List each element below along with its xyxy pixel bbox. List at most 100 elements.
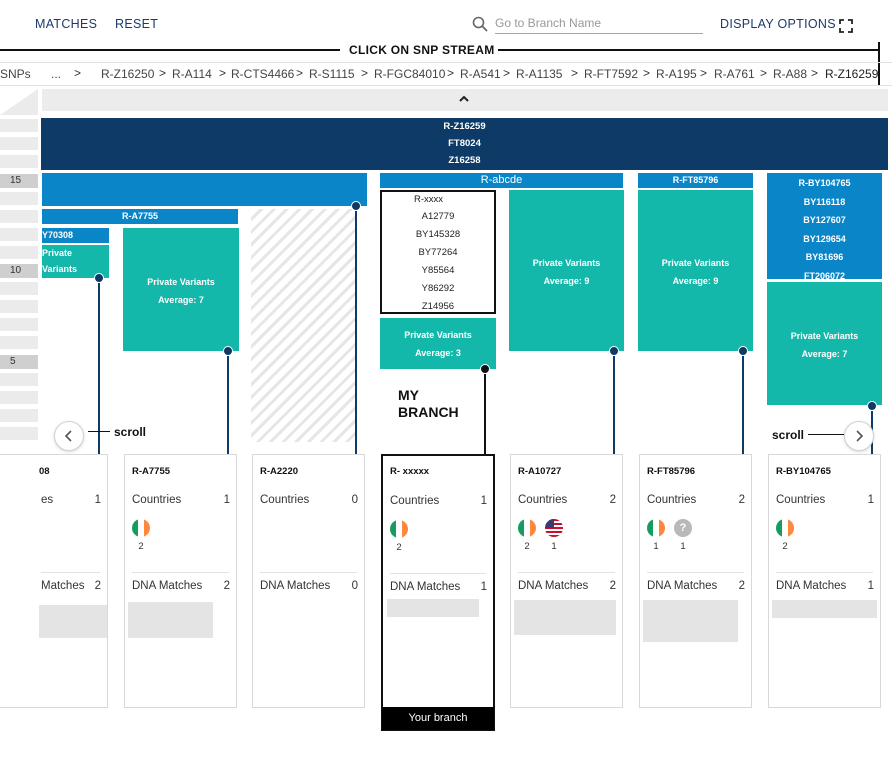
snp-list-item: A12779 bbox=[421, 211, 455, 222]
flag-count: 1 bbox=[680, 541, 686, 552]
reset-button[interactable]: RESET bbox=[115, 17, 158, 31]
chevron-left-icon bbox=[64, 430, 72, 442]
dna-matches-label: Matches bbox=[41, 580, 85, 592]
dna-matches-count: 1 bbox=[867, 580, 874, 592]
pv-average: Average: 3 bbox=[415, 348, 461, 358]
ruler-row bbox=[0, 282, 38, 295]
breadcrumb-prefix: SNPs bbox=[0, 67, 31, 81]
breadcrumb-item[interactable]: R-A88 bbox=[773, 67, 807, 81]
card-title: R-BY104765 bbox=[776, 466, 831, 477]
root-branch-snp: Z16258 bbox=[448, 155, 481, 166]
branch-node[interactable] bbox=[609, 346, 619, 356]
snp-list-item: BY129654 bbox=[803, 233, 846, 244]
pv-title: Private Variants bbox=[147, 277, 215, 287]
scroll-left-button[interactable] bbox=[54, 421, 84, 451]
breadcrumb-item[interactable]: R-Z16250 bbox=[101, 67, 154, 81]
branch-card[interactable]: 08 es 1 Matches 2 bbox=[0, 454, 108, 708]
branch-node[interactable] bbox=[223, 346, 233, 356]
card-divider bbox=[260, 572, 357, 573]
branch-node[interactable] bbox=[351, 201, 361, 211]
my-branch-node[interactable] bbox=[480, 364, 490, 374]
pv-title: Private Variants bbox=[404, 330, 472, 340]
ireland-flag-icon[interactable] bbox=[132, 519, 150, 537]
breadcrumb-separator: > bbox=[760, 66, 768, 80]
ireland-flag-icon[interactable] bbox=[390, 520, 408, 538]
branch-card[interactable]: R-FT85796 Countries 2 1 ? 1 DNA Matches … bbox=[639, 454, 752, 708]
breadcrumb-item[interactable]: R-FGC84010 bbox=[374, 67, 445, 81]
card-divider bbox=[132, 572, 229, 573]
branch-search-input[interactable] bbox=[495, 12, 703, 34]
breadcrumb-item[interactable]: R-A541 bbox=[460, 67, 501, 81]
fullscreen-icon[interactable] bbox=[839, 19, 853, 33]
scroll-right-button[interactable] bbox=[844, 421, 874, 451]
branch-card[interactable]: R-BY104765 Countries 1 2 DNA Matches 1 bbox=[768, 454, 881, 708]
card-divider bbox=[647, 572, 744, 573]
ireland-flag-icon[interactable] bbox=[647, 519, 665, 537]
my-branch-snp-list[interactable]: R-xxxx A12779 BY145328 BY77264 Y85564 Y8… bbox=[380, 190, 496, 314]
branch-bar-y70308[interactable]: Y70308 bbox=[42, 228, 109, 243]
private-variants-r-a10727[interactable]: Private Variants Average: 9 bbox=[509, 190, 624, 351]
your-branch-card[interactable]: R- xxxxx Countries 1 2 DNA Matches 1 You… bbox=[381, 454, 495, 731]
snp-list-item: BY127607 bbox=[803, 215, 846, 225]
ruler-row bbox=[0, 318, 38, 331]
ruler-row bbox=[0, 409, 38, 422]
branch-card[interactable]: R-A7755 Countries 1 2 DNA Matches 2 bbox=[124, 454, 237, 708]
branch-node[interactable] bbox=[94, 273, 104, 283]
countries-label: es bbox=[41, 494, 54, 506]
ireland-flag-icon[interactable] bbox=[518, 519, 536, 537]
card-title: R-A10727 bbox=[518, 466, 562, 477]
root-branch[interactable]: R-Z16259 FT8024 Z16258 bbox=[41, 118, 888, 170]
private-variants-r-by104765[interactable]: Private Variants Average: 7 bbox=[767, 282, 882, 405]
countries-label: Countries bbox=[390, 495, 440, 507]
search-icon[interactable] bbox=[472, 16, 488, 32]
card-title: R-A2220 bbox=[260, 466, 299, 477]
breadcrumb-current[interactable]: R-Z16259 bbox=[825, 67, 878, 81]
branch-card[interactable]: R-A2220 Countries 0 DNA Matches 0 bbox=[252, 454, 365, 708]
unknown-country-icon[interactable]: ? bbox=[674, 519, 692, 537]
branch-bar-left-group[interactable] bbox=[42, 173, 367, 206]
chevron-up-icon[interactable] bbox=[458, 93, 470, 105]
breadcrumb-item[interactable]: R-S1115 bbox=[309, 67, 355, 81]
branch-bar-r-ft85796[interactable]: R-FT85796 bbox=[638, 173, 753, 188]
dna-matches-label: DNA Matches bbox=[518, 580, 589, 592]
branch-bar-r-abcde[interactable]: R-abcde bbox=[380, 173, 623, 188]
breadcrumb-separator: > bbox=[811, 66, 819, 80]
snp-list-item: R-xxxx bbox=[414, 194, 444, 205]
branch-bar-r-by104765[interactable]: R-BY104765 BY116118 BY127607 BY129654 BY… bbox=[767, 173, 882, 281]
breadcrumb-item[interactable]: R-A114 bbox=[172, 67, 212, 81]
branch-label: Y70308 bbox=[42, 230, 74, 240]
dna-matches-count: 2 bbox=[738, 580, 745, 592]
snp-stream-label[interactable]: CLICK ON SNP STREAM bbox=[349, 43, 495, 57]
breadcrumb-item[interactable]: R-FT7592 bbox=[584, 67, 638, 81]
usa-flag-icon[interactable] bbox=[545, 519, 563, 537]
my-branch-annotation: MY BRANCH bbox=[398, 387, 459, 421]
match-placeholder bbox=[514, 600, 616, 635]
branch-node[interactable] bbox=[738, 346, 748, 356]
breadcrumb-separator: > bbox=[219, 66, 227, 80]
ruler-top-wedge bbox=[0, 89, 38, 115]
ruler-label: 10 bbox=[0, 264, 38, 278]
breadcrumb-item[interactable]: R-CTS4466 bbox=[231, 67, 294, 81]
countries-label: Countries bbox=[260, 494, 310, 506]
breadcrumb-item[interactable]: R-A1135 bbox=[516, 67, 562, 81]
pv-average: Average: 9 bbox=[543, 276, 590, 286]
my-branch-line bbox=[484, 374, 486, 454]
card-title: R- xxxxx bbox=[390, 466, 430, 477]
branch-node[interactable] bbox=[867, 401, 877, 411]
pv-average: Average: 7 bbox=[801, 349, 848, 359]
dna-matches-count: 1 bbox=[480, 581, 487, 593]
breadcrumb-item[interactable]: R-A761 bbox=[714, 67, 755, 81]
breadcrumb-separator: > bbox=[503, 66, 511, 80]
matches-button[interactable]: MATCHES bbox=[35, 17, 97, 31]
private-variants-r-a7755[interactable]: Private Variants Average: 7 bbox=[123, 228, 239, 351]
breadcrumb-item[interactable]: R-A195 bbox=[656, 67, 697, 81]
ireland-flag-icon[interactable] bbox=[776, 519, 794, 537]
branch-card[interactable]: R-A10727 Countries 2 2 1 DNA Matches 2 bbox=[510, 454, 623, 708]
display-options-button[interactable]: DISPLAY OPTIONS bbox=[720, 17, 836, 31]
breadcrumb-ellipsis[interactable]: ... bbox=[51, 67, 61, 81]
breadcrumb-separator: > bbox=[571, 66, 579, 80]
private-variants-my-branch[interactable]: Private Variants Average: 3 bbox=[380, 318, 496, 369]
card-title: R-FT85796 bbox=[647, 466, 696, 477]
branch-bar-r-a7755[interactable]: R-A7755 bbox=[42, 209, 238, 224]
private-variants-r-ft85796[interactable]: Private Variants Average: 9 bbox=[638, 190, 753, 351]
